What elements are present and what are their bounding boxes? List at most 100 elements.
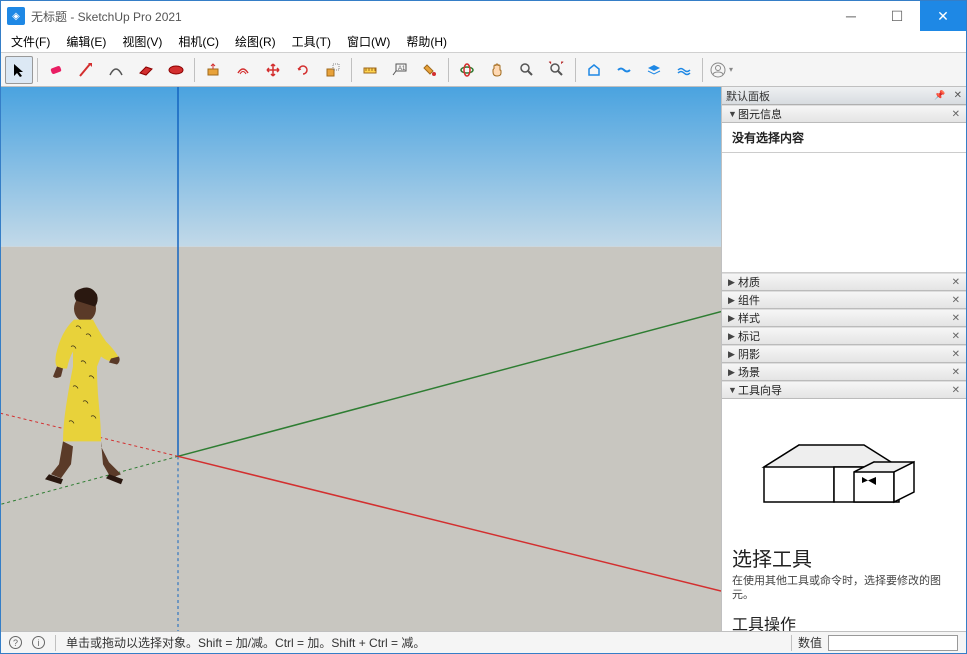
main-area: 默认面板 📌 ✕ ▼ 图元信息 ✕ 没有选择内容 ▶ 材质 ✕ ▶ 组件 ✕ ▶…: [1, 87, 966, 631]
layers-tool[interactable]: [640, 56, 668, 84]
tray-close-icon[interactable]: ✕: [954, 90, 962, 101]
toolbar-separator: [702, 58, 703, 82]
default-tray: 默认面板 📌 ✕ ▼ 图元信息 ✕ 没有选择内容 ▶ 材质 ✕ ▶ 组件 ✕ ▶…: [721, 87, 966, 631]
panel-title: 阴影: [738, 346, 760, 362]
menu-camera[interactable]: 相机(C): [172, 31, 225, 52]
scale-tool[interactable]: [319, 56, 347, 84]
tape-tool[interactable]: [356, 56, 384, 84]
shadows-panel-header[interactable]: ▶ 阴影 ✕: [722, 345, 966, 363]
info-icon[interactable]: i: [32, 636, 45, 649]
collapse-icon: ▼: [728, 109, 738, 119]
menu-edit[interactable]: 编辑(E): [60, 31, 112, 52]
eraser-tool[interactable]: [42, 56, 70, 84]
instructor-ops-title: 工具操作: [732, 611, 956, 631]
panel-title: 工具向导: [738, 382, 782, 398]
components-panel-header[interactable]: ▶ 组件 ✕: [722, 291, 966, 309]
panel-close-icon[interactable]: ✕: [952, 277, 960, 288]
expand-icon: ▶: [728, 331, 738, 342]
window-title: 无标题 - SketchUp Pro 2021: [31, 8, 828, 25]
expand-icon: ▶: [728, 295, 738, 306]
rectangle-tool[interactable]: [132, 56, 160, 84]
instructor-tool-title: 选择工具: [732, 543, 956, 572]
toolbar-separator: [37, 58, 38, 82]
move-tool[interactable]: [259, 56, 287, 84]
menu-tools[interactable]: 工具(T): [286, 31, 337, 52]
pushpull-tool[interactable]: [199, 56, 227, 84]
app-logo-icon: ◈: [7, 7, 25, 25]
user-account[interactable]: ▾: [707, 56, 735, 84]
panel-close-icon[interactable]: ✕: [952, 349, 960, 360]
tags-panel-header[interactable]: ▶ 标记 ✕: [722, 327, 966, 345]
menu-view[interactable]: 视图(V): [116, 31, 168, 52]
instructor-panel-header[interactable]: ▼ 工具向导 ✕: [722, 381, 966, 399]
offset-tool[interactable]: [229, 56, 257, 84]
toolbar-separator: [351, 58, 352, 82]
expand-icon: ▶: [728, 367, 738, 378]
menu-bar: 文件(F) 编辑(E) 视图(V) 相机(C) 绘图(R) 工具(T) 窗口(W…: [1, 31, 966, 53]
line-tool[interactable]: [72, 56, 100, 84]
panel-title: 图元信息: [738, 106, 782, 122]
warehouse-tool[interactable]: [580, 56, 608, 84]
circle-tool[interactable]: [162, 56, 190, 84]
entity-info-body: 没有选择内容: [722, 123, 966, 153]
panel-close-icon[interactable]: ✕: [952, 385, 960, 396]
maximize-button[interactable]: ☐: [874, 1, 920, 31]
entity-info-panel-header[interactable]: ▼ 图元信息 ✕: [722, 105, 966, 123]
sky: [1, 87, 721, 247]
entity-info-spacer: [722, 153, 966, 273]
status-separator: [55, 635, 56, 651]
panel-title: 标记: [738, 328, 760, 344]
close-button[interactable]: ✕: [920, 1, 966, 31]
panel-title: 组件: [738, 292, 760, 308]
panel-close-icon[interactable]: ✕: [952, 331, 960, 342]
expand-icon: ▶: [728, 349, 738, 360]
toolbar: A1 ▾: [1, 53, 966, 87]
text-tool[interactable]: A1: [386, 56, 414, 84]
select-tool[interactable]: [5, 56, 33, 84]
extension-warehouse-tool[interactable]: [610, 56, 638, 84]
panel-close-icon[interactable]: ✕: [952, 295, 960, 306]
paint-tool[interactable]: [416, 56, 444, 84]
toolbar-separator: [575, 58, 576, 82]
rotate-tool[interactable]: [289, 56, 317, 84]
title-bar: ◈ 无标题 - SketchUp Pro 2021 ─ ☐ ✕: [1, 1, 966, 31]
menu-help[interactable]: 帮助(H): [400, 31, 453, 52]
zoom-extents-tool[interactable]: [543, 56, 571, 84]
status-bar: ? i 单击或拖动以选择对象。Shift = 加/减。Ctrl = 加。Shif…: [1, 631, 966, 653]
ground: [1, 247, 721, 631]
zoom-tool[interactable]: [513, 56, 541, 84]
toolbar-separator: [194, 58, 195, 82]
instructor-illustration: [732, 407, 956, 537]
menu-window[interactable]: 窗口(W): [341, 31, 396, 52]
help-icon[interactable]: ?: [9, 636, 22, 649]
measurement-area: 数值: [791, 634, 958, 651]
svg-text:A1: A1: [398, 66, 406, 72]
scenes-panel-header[interactable]: ▶ 场景 ✕: [722, 363, 966, 381]
tray-title: 默认面板: [726, 88, 770, 104]
styles-panel-header[interactable]: ▶ 样式 ✕: [722, 309, 966, 327]
pin-icon[interactable]: 📌: [934, 90, 945, 101]
panel-title: 材质: [738, 274, 760, 290]
panel-close-icon[interactable]: ✕: [952, 367, 960, 378]
toolbar-separator: [448, 58, 449, 82]
panel-close-icon[interactable]: ✕: [952, 313, 960, 324]
panel-close-icon[interactable]: ✕: [952, 109, 960, 120]
measurement-label: 数值: [798, 634, 822, 651]
tray-header[interactable]: 默认面板 📌 ✕: [722, 87, 966, 105]
orbit-tool[interactable]: [453, 56, 481, 84]
materials-panel-header[interactable]: ▶ 材质 ✕: [722, 273, 966, 291]
arc-tool[interactable]: [102, 56, 130, 84]
minimize-button[interactable]: ─: [828, 1, 874, 31]
expand-icon: ▶: [728, 313, 738, 324]
menu-file[interactable]: 文件(F): [5, 31, 56, 52]
expand-icon: ▶: [728, 277, 738, 288]
status-hint: 单击或拖动以选择对象。Shift = 加/减。Ctrl = 加。Shift + …: [66, 634, 425, 651]
menu-draw[interactable]: 绘图(R): [229, 31, 282, 52]
instructor-tool-desc: 在使用其他工具或命令时，选择要修改的图元。: [732, 574, 956, 603]
pan-tool[interactable]: [483, 56, 511, 84]
measurement-input[interactable]: [828, 635, 958, 651]
panel-title: 样式: [738, 310, 760, 326]
viewport-3d[interactable]: [1, 87, 721, 631]
extension-manager-tool[interactable]: [670, 56, 698, 84]
status-separator: [791, 635, 792, 651]
